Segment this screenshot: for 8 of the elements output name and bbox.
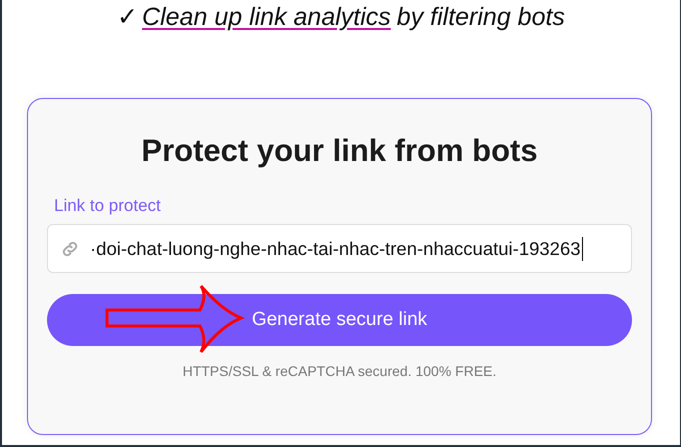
field-label: Link to protect (54, 196, 162, 216)
headline-link[interactable]: Clean up link analytics (142, 3, 391, 31)
security-note: HTTPS/SSL & reCAPTCHA secured. 100% FREE. (182, 363, 498, 379)
card-title: Protect your link from bots (140, 133, 539, 169)
generate-button[interactable]: Generate secure link (47, 294, 632, 346)
headline-text: by filtering bots (396, 3, 565, 31)
check-mark: ✓ (117, 3, 138, 31)
link-input-field[interactable]: ·doi-chat-luong-nghe-nhac-tai-nhac-tren-nhaccuatui-193263 (47, 224, 632, 273)
